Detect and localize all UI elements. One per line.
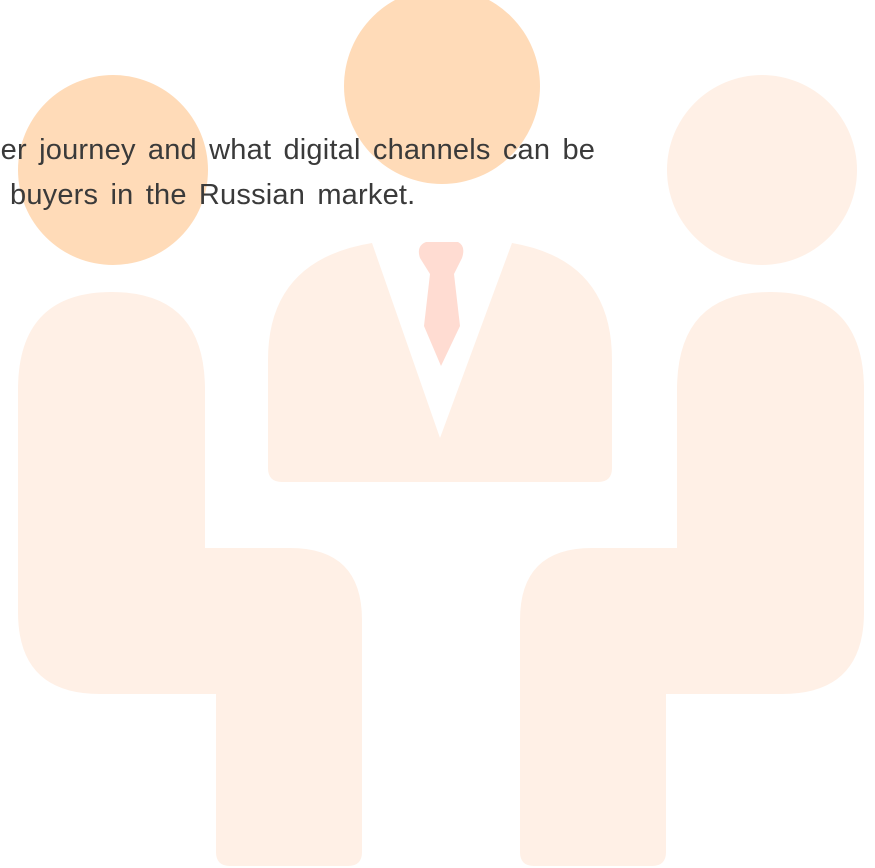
caption-text: omer journey and what digital channels c… [0, 128, 875, 218]
caption-line-2: buyers in the Russian market. [10, 179, 416, 211]
necktie-icon [418, 242, 464, 366]
slide-canvas: omer journey and what digital channels c… [0, 0, 875, 868]
caption-line-1: omer journey and what digital channels c… [0, 134, 596, 166]
